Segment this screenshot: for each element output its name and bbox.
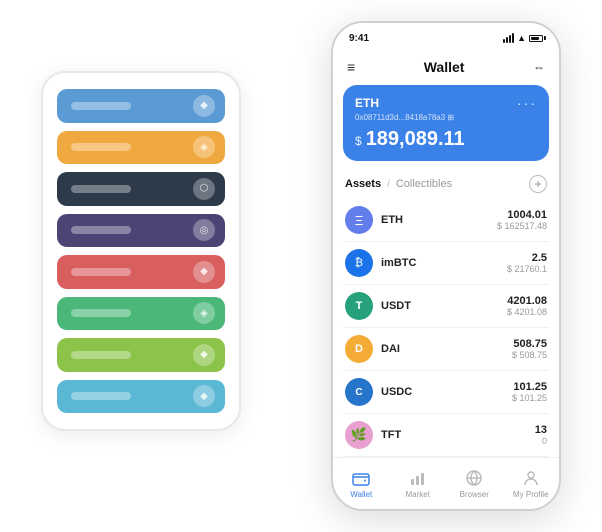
asset-usd: $ 21760.1 [507, 264, 547, 274]
profile-nav-icon [521, 468, 541, 488]
list-item[interactable]: ⬡ [57, 172, 225, 206]
card-icon: ◈ [193, 136, 215, 158]
list-item[interactable]: ◈ [57, 297, 225, 331]
card-icon: ◎ [193, 219, 215, 241]
asset-name: ETH [381, 214, 497, 226]
eth-card-header: ETH ··· [355, 95, 537, 111]
eth-card[interactable]: ETH ··· 0x08711d3d...8418a78a3 ⊞ $ 189,0… [343, 85, 549, 161]
asset-amounts: 508.75 $ 508.75 [512, 338, 547, 360]
eth-label: ETH [355, 96, 379, 110]
table-row[interactable]: D DAI 508.75 $ 508.75 [343, 328, 549, 371]
card-icon: ◈ [193, 302, 215, 324]
nav-item-browser[interactable]: Browser [446, 468, 503, 499]
market-nav-icon [408, 468, 428, 488]
list-item[interactable]: ◎ [57, 214, 225, 248]
tft-asset-icon: 🌿 [345, 421, 373, 449]
phone-content: ETH ··· 0x08711d3d...8418a78a3 ⊞ $ 189,0… [333, 85, 559, 509]
background-card-panel: ◆ ◈ ⬡ ◎ ◆ ◈ ◆ ◆ [41, 71, 241, 431]
eth-asset-icon: Ξ [345, 206, 373, 234]
list-item[interactable]: ◆ [57, 255, 225, 289]
list-item[interactable]: ◆ [57, 338, 225, 372]
asset-list: Ξ ETH 1004.01 $ 162517.48 ₿ imBTC 2.5 $ … [333, 199, 559, 457]
tab-collectibles[interactable]: Collectibles [396, 178, 452, 190]
tab-assets[interactable]: Assets [345, 178, 381, 190]
asset-amount: 2.5 [507, 252, 547, 264]
asset-amounts: 101.25 $ 101.25 [512, 381, 547, 403]
bottom-nav: Wallet Market [333, 457, 559, 509]
asset-amounts: 1004.01 $ 162517.48 [497, 209, 547, 231]
card-icon: ◆ [193, 261, 215, 283]
eth-more-button[interactable]: ··· [517, 95, 537, 111]
profile-nav-label: My Profile [513, 490, 549, 499]
asset-usd: $ 162517.48 [497, 221, 547, 231]
card-icon: ◆ [193, 385, 215, 407]
asset-usd: $ 101.25 [512, 393, 547, 403]
asset-amount: 4201.08 [507, 295, 547, 307]
wallet-nav-icon [351, 468, 371, 488]
list-item[interactable]: ◆ [57, 380, 225, 414]
status-bar: 9:41 ▲ [333, 23, 559, 49]
asset-name: USDC [381, 386, 512, 398]
wallet-nav-label: Wallet [350, 490, 372, 499]
tab-divider: / [387, 179, 390, 190]
asset-usd: 0 [535, 436, 547, 446]
imbtc-asset-icon: ₿ [345, 249, 373, 277]
dai-asset-icon: D [345, 335, 373, 363]
phone-frame: 9:41 ▲ ≡ Wallet ⇔ [331, 21, 561, 511]
nav-item-wallet[interactable]: Wallet [333, 468, 390, 499]
table-row[interactable]: ₿ imBTC 2.5 $ 21760.1 [343, 242, 549, 285]
asset-usd: $ 508.75 [512, 350, 547, 360]
browser-nav-label: Browser [460, 490, 489, 499]
market-nav-label: Market [406, 490, 430, 499]
asset-amounts: 2.5 $ 21760.1 [507, 252, 547, 274]
card-icon: ⬡ [193, 178, 215, 200]
battery-icon [529, 35, 543, 42]
browser-nav-icon [464, 468, 484, 488]
usdc-asset-icon: C [345, 378, 373, 406]
table-row[interactable]: C USDC 101.25 $ 101.25 [343, 371, 549, 414]
table-row[interactable]: Ξ ETH 1004.01 $ 162517.48 [343, 199, 549, 242]
asset-amounts: 13 0 [535, 424, 547, 446]
asset-amount: 101.25 [512, 381, 547, 393]
asset-amounts: 4201.08 $ 4201.08 [507, 295, 547, 317]
asset-name: DAI [381, 343, 512, 355]
card-icon: ◆ [193, 95, 215, 117]
table-row[interactable]: T USDT 4201.08 $ 4201.08 [343, 285, 549, 328]
eth-dollar-sign: $ [355, 134, 362, 148]
card-icon: ◆ [193, 344, 215, 366]
list-item[interactable]: ◈ [57, 131, 225, 165]
list-item[interactable]: ◆ [57, 89, 225, 123]
asset-name: imBTC [381, 257, 507, 269]
assets-tabs: Assets / Collectibles [345, 178, 452, 190]
app-nav-bar: ≡ Wallet ⇔ [333, 49, 559, 85]
menu-icon[interactable]: ≡ [347, 59, 355, 75]
wifi-icon: ▲ [517, 33, 526, 43]
asset-name: USDT [381, 300, 507, 312]
eth-balance-row: $ 189,089.11 [355, 128, 537, 151]
asset-amount: 1004.01 [497, 209, 547, 221]
nav-item-profile[interactable]: My Profile [503, 468, 560, 499]
assets-header: Assets / Collectibles + [333, 171, 559, 199]
eth-balance: 189,089.11 [366, 128, 465, 151]
asset-name: TFT [381, 429, 535, 441]
table-row[interactable]: 🌿 TFT 13 0 [343, 414, 549, 457]
usdt-asset-icon: T [345, 292, 373, 320]
add-asset-button[interactable]: + [529, 175, 547, 193]
status-time: 9:41 [349, 33, 369, 44]
signal-icon [503, 33, 514, 43]
status-icons: ▲ [503, 33, 543, 43]
main-scene: ◆ ◈ ⬡ ◎ ◆ ◈ ◆ ◆ 9:41 [11, 11, 591, 521]
eth-address: 0x08711d3d...8418a78a3 ⊞ [355, 113, 537, 122]
asset-usd: $ 4201.08 [507, 307, 547, 317]
page-title: Wallet [424, 59, 465, 75]
expand-icon[interactable]: ⇔ [533, 60, 545, 74]
asset-amount: 13 [535, 424, 547, 436]
asset-amount: 508.75 [512, 338, 547, 350]
nav-item-market[interactable]: Market [390, 468, 447, 499]
